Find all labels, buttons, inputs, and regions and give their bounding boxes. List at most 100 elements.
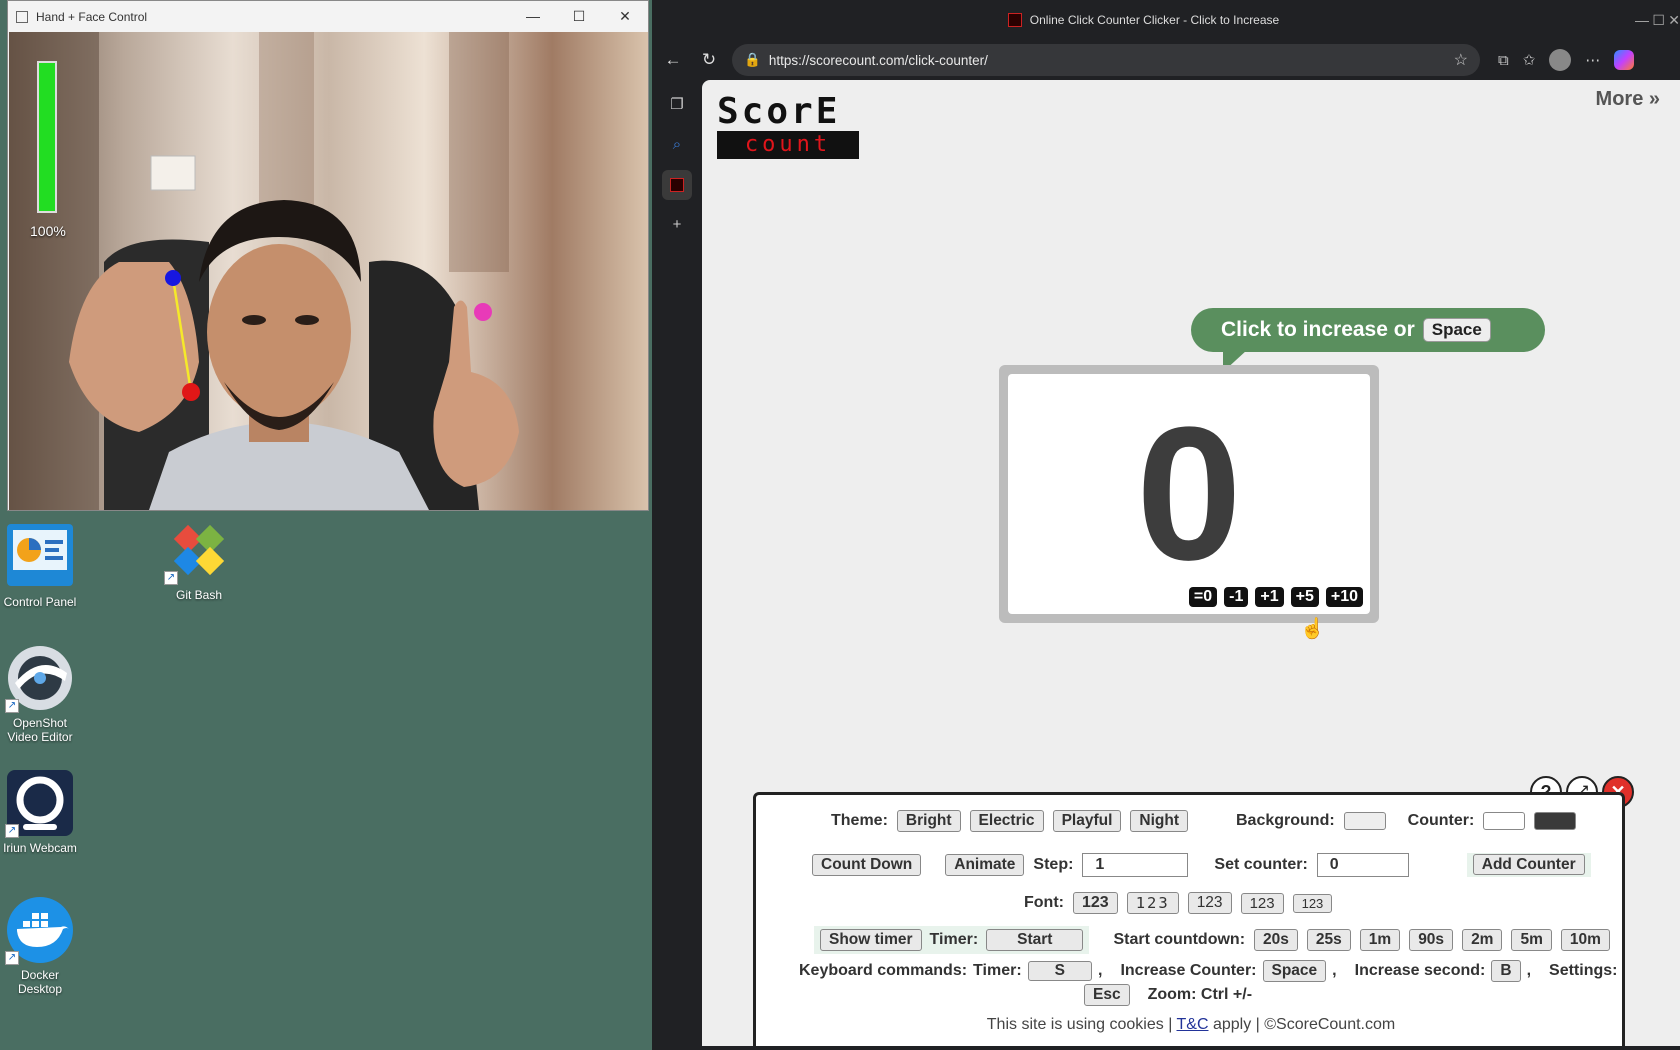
back-icon[interactable]: ←	[660, 47, 686, 73]
extensions-icon[interactable]: ⧉	[1498, 52, 1509, 69]
font-option-5[interactable]: 123	[1292, 893, 1333, 913]
maximize-icon[interactable]: ☐	[1652, 12, 1665, 28]
comma: ,	[1098, 962, 1103, 979]
favorite-star-icon[interactable]: ☆	[1454, 50, 1468, 70]
step-label: Step:	[1033, 856, 1074, 873]
plus-one-button[interactable]: +1	[1255, 587, 1284, 607]
app-window-icon	[16, 10, 28, 23]
git-bash-icon: ↗	[164, 515, 234, 585]
count-down-button[interactable]: Count Down	[812, 854, 922, 876]
background-color-swatch[interactable]	[1343, 812, 1386, 830]
font-option-2[interactable]: 123	[1126, 892, 1179, 914]
profile-avatar[interactable]	[1549, 49, 1572, 71]
desktop-icon-control-panel[interactable]: Control Panel	[0, 522, 80, 609]
add-counter-wrap: Add Counter	[1466, 853, 1591, 877]
desktop-icon-label: Docker Desktop	[17, 968, 63, 996]
kb-second-label: Increase second:	[1354, 962, 1486, 979]
counter-frame[interactable]: 0 =0 -1 +1 +5 +10	[999, 365, 1379, 623]
window-title: Hand + Face Control	[36, 9, 148, 24]
theme-playful-button[interactable]: Playful	[1052, 810, 1122, 832]
add-counter-button[interactable]: Add Counter	[1472, 854, 1585, 875]
terms-link[interactable]: T&C	[1177, 1016, 1209, 1033]
countdown-1m-button[interactable]: 1m	[1359, 929, 1401, 951]
browser-titlebar[interactable]: Online Click Counter Clicker - Click to …	[652, 0, 1680, 40]
kb-increase-key: Space	[1262, 960, 1327, 982]
plus-five-button[interactable]: +5	[1290, 587, 1319, 607]
close-icon[interactable]: ✕	[602, 1, 648, 32]
theme-night-button[interactable]: Night	[1130, 810, 1188, 832]
control-panel-icon	[5, 522, 75, 592]
footer-cookies-text: This site is using cookies |	[986, 1016, 1173, 1033]
desktop-icon-iriun[interactable]: ↗ Iriun Webcam	[0, 768, 80, 855]
counter-bg-swatch[interactable]	[1483, 812, 1526, 830]
more-link[interactable]: More »	[1596, 88, 1660, 111]
shortcut-arrow-icon: ↗	[5, 699, 19, 713]
desktop-icon-openshot[interactable]: ↗ OpenShot Video Editor	[0, 643, 80, 744]
timer-controls: Show timer Timer: Start	[814, 926, 1090, 954]
maximize-icon[interactable]: ☐	[556, 1, 602, 32]
animate-button[interactable]: Animate	[945, 854, 1025, 876]
lock-icon[interactable]: 🔒	[744, 52, 761, 68]
new-tab-icon[interactable]: +	[662, 210, 692, 240]
hint-text: Click to increase or	[1221, 318, 1415, 341]
scorecount-page: ScorE count More » Click to increase or …	[702, 80, 1680, 1046]
theme-bright-button[interactable]: Bright	[896, 810, 961, 832]
tab-actions-icon[interactable]: ❐	[662, 90, 692, 120]
counter-fg-swatch[interactable]	[1534, 812, 1577, 830]
copilot-icon[interactable]	[1614, 50, 1635, 70]
search-tab-icon[interactable]: ⌕	[662, 130, 692, 160]
shortcut-arrow-icon: ↗	[5, 951, 19, 965]
font-option-1[interactable]: 123	[1072, 892, 1118, 914]
address-bar-row: ← ↻ 🔒 https://scorecount.com/click-count…	[652, 40, 1680, 80]
address-bar[interactable]: 🔒 https://scorecount.com/click-counter/ …	[732, 44, 1480, 76]
tab-title: Online Click Counter Clicker - Click to …	[1029, 13, 1280, 27]
font-option-3[interactable]: 123	[1187, 892, 1232, 914]
browser-tab[interactable]: Online Click Counter Clicker - Click to …	[652, 13, 1635, 27]
set-counter-label: Set counter:	[1214, 856, 1308, 873]
countdown-20s-button[interactable]: 20s	[1254, 929, 1298, 951]
font-option-4[interactable]: 123	[1240, 892, 1284, 914]
shortcut-arrow-icon: ↗	[5, 824, 19, 838]
minus-one-button[interactable]: -1	[1224, 587, 1249, 607]
webcam-feed: 100%	[9, 32, 648, 510]
start-countdown-label: Start countdown:	[1113, 931, 1246, 948]
hand-cursor-icon: ☝	[1300, 618, 1325, 640]
comma: ,	[1526, 962, 1532, 979]
logo-count-text: count	[717, 131, 859, 159]
more-options-icon[interactable]: ⋯	[1585, 51, 1600, 69]
footer-copyright-text: apply | ©ScoreCount.com	[1212, 1016, 1396, 1033]
favorites-icon[interactable]: ✩	[1523, 51, 1536, 69]
close-icon[interactable]: ✕	[1668, 12, 1680, 28]
theme-electric-button[interactable]: Electric	[969, 810, 1044, 832]
scorecount-tab-icon[interactable]	[662, 170, 692, 200]
minimize-icon[interactable]: —	[510, 1, 556, 32]
countdown-2m-button[interactable]: 2m	[1462, 929, 1503, 951]
start-timer-button[interactable]: Start	[986, 929, 1084, 951]
openshot-icon: ↗	[5, 643, 75, 713]
reset-button[interactable]: =0	[1188, 587, 1218, 607]
desktop-icon-docker[interactable]: ↗ Docker Desktop	[0, 895, 80, 996]
countdown-90s-button[interactable]: 90s	[1409, 929, 1454, 951]
webcam-scene	[9, 32, 519, 510]
plus-ten-button[interactable]: +10	[1325, 587, 1363, 607]
show-timer-button[interactable]: Show timer	[820, 929, 922, 951]
desktop-icon-label: Iriun Webcam	[3, 841, 77, 855]
desktop-icon-git-bash[interactable]: ↗ Git Bash	[159, 515, 239, 602]
logo-score-text: ScorE	[717, 91, 841, 132]
countdown-5m-button[interactable]: 5m	[1511, 929, 1552, 951]
level-percent: 100%	[30, 223, 66, 239]
counter-value[interactable]: 0	[1008, 399, 1370, 589]
window-titlebar[interactable]: Hand + Face Control — ☐ ✕	[8, 1, 648, 32]
hand-face-control-window[interactable]: Hand + Face Control — ☐ ✕ 100%	[7, 0, 649, 511]
countdown-10m-button[interactable]: 10m	[1560, 929, 1610, 951]
minimize-icon[interactable]: —	[1635, 12, 1649, 28]
browser-window[interactable]: Online Click Counter Clicker - Click to …	[652, 0, 1680, 1050]
counter-display[interactable]: 0 =0 -1 +1 +5 +10	[1008, 374, 1370, 614]
countdown-25s-button[interactable]: 25s	[1306, 929, 1351, 951]
keyboard-commands-label: Keyboard commands:	[799, 962, 968, 979]
level-meter	[37, 61, 57, 213]
set-counter-input[interactable]: 0	[1316, 853, 1409, 877]
scorecount-logo[interactable]: ScorE count	[717, 93, 859, 161]
step-input[interactable]: 1	[1082, 853, 1189, 877]
reload-icon[interactable]: ↻	[696, 47, 722, 73]
